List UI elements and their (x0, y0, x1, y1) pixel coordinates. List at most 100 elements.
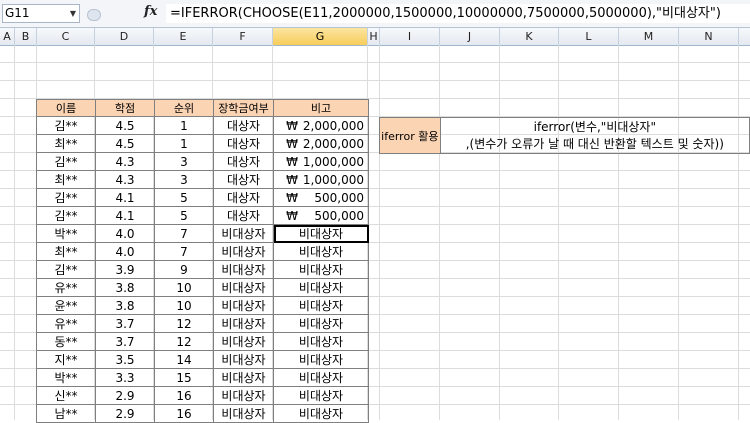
cell-grade[interactable]: 3.8 (95, 278, 155, 297)
column-header-g[interactable]: G (273, 28, 368, 45)
column-header-b[interactable]: B (15, 28, 37, 45)
cell-status[interactable]: 비대상자 (213, 350, 274, 369)
cell-status[interactable]: 비대상자 (213, 260, 274, 279)
help-text[interactable]: iferror(변수,"비대상자" ,(변수가 오류가 날 때 대신 반환할 텍… (439, 117, 750, 154)
cell-grade[interactable]: 4.1 (95, 188, 155, 207)
column-header-a[interactable]: A (0, 28, 15, 45)
cell-grade[interactable]: 3.5 (95, 350, 155, 369)
column-header-d[interactable]: D (95, 28, 154, 45)
column-header-k[interactable]: K (500, 28, 559, 45)
column-header-e[interactable]: E (154, 28, 213, 45)
cell-note[interactable]: 비대상자 (273, 278, 369, 297)
cell-status[interactable]: 비대상자 (213, 296, 274, 315)
cell-rank[interactable]: 5 (154, 206, 214, 225)
cell-grade[interactable]: 2.9 (95, 386, 155, 405)
formula-input[interactable]: =IFERROR(CHOOSE(E11,2000000,1500000,1000… (166, 4, 750, 23)
cell-note[interactable]: ₩2,000,000 (273, 134, 369, 153)
cell-status[interactable]: 대상자 (213, 188, 274, 207)
cell-status[interactable]: 대상자 (213, 152, 274, 171)
cell-name[interactable]: 신** (36, 386, 96, 405)
cell-rank[interactable]: 7 (154, 242, 214, 261)
column-header-j[interactable]: J (440, 28, 500, 45)
cell-grade[interactable]: 4.5 (95, 134, 155, 153)
column-header-l[interactable]: L (559, 28, 619, 45)
cell-note[interactable]: 비대상자 (273, 350, 369, 369)
cell-rank[interactable]: 3 (154, 152, 214, 171)
cell-note[interactable]: 비대상자 (273, 260, 369, 279)
cell-name[interactable]: 김** (36, 152, 96, 171)
cell-grade[interactable]: 3.8 (95, 296, 155, 315)
column-header-n[interactable]: N (679, 28, 739, 45)
cell-grade[interactable]: 4.0 (95, 242, 155, 261)
cell-name[interactable]: 윤** (36, 296, 96, 315)
cell-rank[interactable]: 16 (154, 386, 214, 405)
cell-rank[interactable]: 10 (154, 296, 214, 315)
cell-grade[interactable]: 4.5 (95, 116, 155, 135)
cell-name[interactable]: 동** (36, 332, 96, 351)
cell-status[interactable]: 비대상자 (213, 332, 274, 351)
chevron-down-icon[interactable]: ▼ (70, 5, 76, 22)
cell-rank[interactable]: 7 (154, 224, 214, 243)
cell-name[interactable]: 김** (36, 206, 96, 225)
help-label[interactable]: iferror 활용 (379, 117, 441, 154)
cell-grade[interactable]: 3.7 (95, 332, 155, 351)
cell-grade[interactable]: 4.3 (95, 170, 155, 189)
cell-status[interactable]: 비대상자 (213, 386, 274, 405)
cell-note[interactable]: ₩1,000,000 (273, 170, 369, 189)
insert-function-icon[interactable]: fx (144, 4, 157, 19)
cell-rank[interactable]: 3 (154, 170, 214, 189)
cell-grade[interactable]: 3.9 (95, 260, 155, 279)
cell-note[interactable]: ₩500,000 (273, 188, 369, 207)
cell-rank[interactable]: 15 (154, 368, 214, 387)
header-rank[interactable]: 순위 (154, 99, 214, 117)
cell-status[interactable]: 비대상자 (213, 242, 274, 261)
cell-note[interactable]: 비대상자 (273, 242, 369, 261)
cell-rank[interactable]: 9 (154, 260, 214, 279)
cell-status[interactable]: 대상자 (213, 134, 274, 153)
cell-name[interactable]: 최** (36, 242, 96, 261)
column-header-c[interactable]: C (37, 28, 95, 45)
cell-status[interactable]: 비대상자 (213, 368, 274, 387)
cell-note[interactable]: 비대상자 (273, 224, 369, 243)
header-name[interactable]: 이름 (36, 99, 96, 117)
cell-rank[interactable]: 12 (154, 314, 214, 333)
header-status[interactable]: 장학금여부 (213, 99, 274, 117)
cell-name[interactable]: 최** (36, 170, 96, 189)
cell-status[interactable]: 대상자 (213, 206, 274, 225)
cell-rank[interactable]: 1 (154, 116, 214, 135)
cell-rank[interactable]: 14 (154, 350, 214, 369)
cell-note[interactable]: 비대상자 (273, 332, 369, 351)
cell-note[interactable]: ₩1,000,000 (273, 152, 369, 171)
cell-name[interactable]: 김** (36, 116, 96, 135)
cell-grade[interactable]: 4.3 (95, 152, 155, 171)
cell-rank[interactable]: 10 (154, 278, 214, 297)
splitter-handle[interactable] (87, 9, 101, 21)
cell-grade[interactable]: 4.0 (95, 224, 155, 243)
cell-name[interactable]: 유** (36, 314, 96, 333)
cell-note[interactable]: 비대상자 (273, 386, 369, 405)
cell-note[interactable]: ₩2,000,000 (273, 116, 369, 135)
cell-rank[interactable]: 5 (154, 188, 214, 207)
cell-grade[interactable]: 3.7 (95, 314, 155, 333)
cell-name[interactable]: 김** (36, 188, 96, 207)
cell-note[interactable]: 비대상자 (273, 314, 369, 333)
cell-note[interactable]: 비대상자 (273, 296, 369, 315)
cell-status[interactable]: 대상자 (213, 116, 274, 135)
cell-status[interactable]: 비대상자 (213, 278, 274, 297)
cell-status[interactable]: 대상자 (213, 170, 274, 189)
column-header-h[interactable]: H (368, 28, 380, 45)
column-header-m[interactable]: M (619, 28, 679, 45)
header-note[interactable]: 비고 (273, 99, 369, 117)
cell-status[interactable]: 비대상자 (213, 314, 274, 333)
column-header-f[interactable]: F (213, 28, 273, 45)
cell-note[interactable]: 비대상자 (273, 368, 369, 387)
cell-rank[interactable]: 12 (154, 332, 214, 351)
cell-note[interactable]: ₩500,000 (273, 206, 369, 225)
cell-grade[interactable]: 4.1 (95, 206, 155, 225)
cell-name[interactable]: 박** (36, 368, 96, 387)
cell-status[interactable]: 비대상자 (213, 224, 274, 243)
column-header-i[interactable]: I (380, 28, 440, 45)
cell-name[interactable]: 지** (36, 350, 96, 369)
cell-name[interactable]: 유** (36, 278, 96, 297)
header-grade[interactable]: 학점 (95, 99, 155, 117)
